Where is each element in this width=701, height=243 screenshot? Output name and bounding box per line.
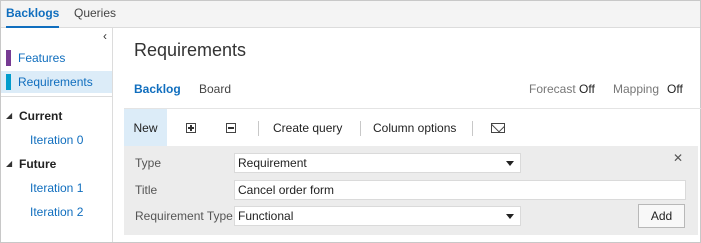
- mail-icon[interactable]: [491, 123, 505, 133]
- tab-backlogs[interactable]: Backlogs: [6, 1, 60, 28]
- page-title: Requirements: [134, 40, 247, 60]
- sidebar-item-iteration-2[interactable]: Iteration 2: [30, 202, 83, 222]
- sidebar-item-features[interactable]: Features: [1, 47, 112, 69]
- tab-backlog[interactable]: Backlog: [134, 82, 181, 96]
- collapse-all-icon[interactable]: [226, 123, 236, 133]
- requirements-color-bar: [6, 74, 11, 90]
- requirement-type-label: Requirement Type: [135, 209, 233, 223]
- collapse-triangle-icon: ◢: [6, 159, 13, 168]
- sidebar-divider: [1, 96, 113, 97]
- title-label: Title: [135, 183, 158, 197]
- chevron-down-icon: [506, 214, 514, 219]
- group-future[interactable]: ◢ Future: [1, 154, 112, 174]
- toolbar-separator: [472, 121, 473, 136]
- mapping-toggle[interactable]: Off: [667, 82, 683, 96]
- group-label: Future: [19, 157, 57, 171]
- add-button[interactable]: Add: [638, 204, 685, 228]
- features-color-bar: [6, 50, 11, 66]
- tab-board[interactable]: Board: [199, 82, 231, 96]
- tab-queries[interactable]: Queries: [74, 1, 116, 28]
- backlog-toolbar: New Create query Column options: [124, 108, 701, 147]
- add-item-panel: ✕ Type Requirement Title Cancel order fo…: [124, 146, 698, 235]
- chevron-down-icon: [506, 161, 514, 166]
- top-tab-bar: Backlogs Queries: [1, 1, 700, 28]
- sidebar-item-iteration-1[interactable]: Iteration 1: [30, 178, 83, 198]
- column-options-button[interactable]: Column options: [373, 109, 456, 147]
- collapse-triangle-icon: ◢: [6, 111, 13, 120]
- expand-all-icon[interactable]: [186, 123, 196, 133]
- mapping-label: Mapping: [613, 82, 660, 96]
- group-label: Current: [19, 109, 63, 123]
- sidebar-item-requirements[interactable]: Requirements: [1, 71, 112, 93]
- new-button[interactable]: New: [124, 109, 167, 147]
- sidebar-item-iteration-0[interactable]: Iteration 0: [30, 130, 83, 150]
- requirement-type-select[interactable]: Functional: [234, 206, 521, 226]
- type-select-value: Requirement: [238, 156, 307, 170]
- toolbar-separator: [360, 121, 361, 136]
- sidebar-item-label: Features: [18, 51, 66, 65]
- sidebar: ‹ Features Requirements ◢ Current Iterat…: [1, 28, 113, 242]
- forecast-toggle[interactable]: Off: [579, 82, 595, 96]
- chevron-left-icon[interactable]: ‹: [99, 29, 111, 43]
- close-icon[interactable]: ✕: [673, 151, 683, 165]
- type-label: Type: [135, 156, 162, 170]
- title-field[interactable]: Cancel order form: [234, 180, 686, 200]
- forecast-label: Forecast: [529, 82, 576, 96]
- type-select[interactable]: Requirement: [234, 153, 521, 173]
- requirement-type-select-value: Functional: [238, 209, 294, 223]
- group-current[interactable]: ◢ Current: [1, 106, 112, 126]
- toolbar-separator: [258, 121, 259, 136]
- create-query-button[interactable]: Create query: [273, 109, 342, 147]
- sidebar-item-label: Requirements: [18, 75, 93, 89]
